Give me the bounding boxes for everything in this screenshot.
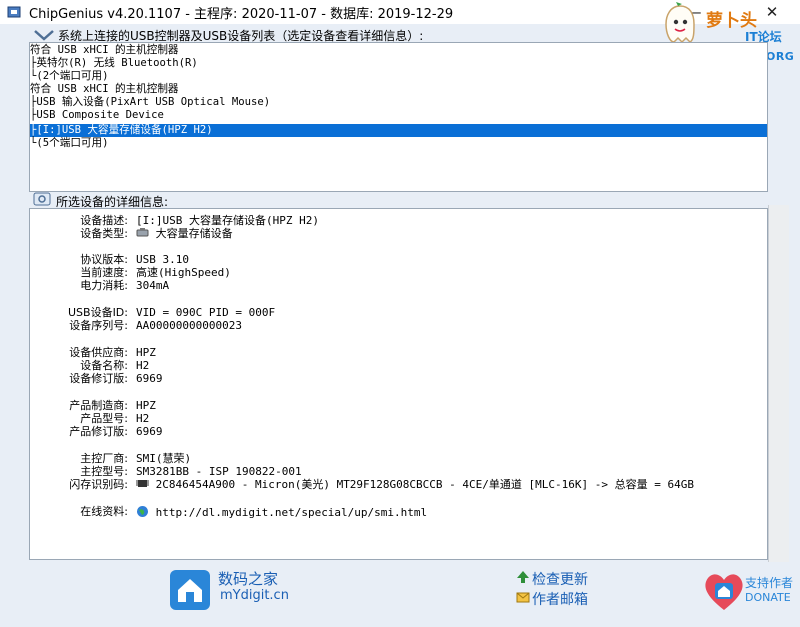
details-panel: 设备描述: [I:]USB 大容量存储设备(HPZ H2) 设备类型: 大容量存…	[29, 208, 768, 560]
details-icon	[33, 192, 51, 206]
tree-item[interactable]: └(2个端口可用)	[30, 70, 108, 83]
donate-link[interactable]: DONATE	[745, 591, 791, 604]
device-tree[interactable]: 符合 USB xHCI 的主机控制器 ├英特尔(R) 无线 Bluetooth(…	[29, 42, 768, 192]
tree-item[interactable]: └(5个端口可用)	[30, 137, 108, 150]
ghost-mascot-icon	[665, 2, 695, 44]
mydigit-cn-link[interactable]: 数码之家	[218, 568, 278, 589]
update-arrow-icon	[517, 571, 529, 583]
email-icon	[516, 592, 530, 603]
footer-bar: 数码之家 mYdigit.cn 检查更新 作者邮箱 支持作者 DONATE	[0, 562, 800, 627]
chevron-down-icon	[34, 30, 54, 41]
tree-item[interactable]: ├USB 输入设备(PixArt USB Optical Mouse)	[30, 96, 270, 109]
chip-app-icon	[7, 6, 21, 18]
tree-item-selected[interactable]: ├[I:]USB 大容量存储设备(HPZ H2)	[30, 124, 767, 137]
donate-heart-icon[interactable]	[700, 566, 748, 614]
usb-drive-icon	[136, 228, 149, 237]
tree-item[interactable]: 符合 USB xHCI 的主机控制器	[30, 44, 179, 57]
tree-item[interactable]: ├USB Composite Device	[30, 109, 164, 122]
app-window: ChipGenius v4.20.1107 - 主程序: 2020-11-07 …	[0, 0, 800, 627]
tree-item[interactable]: ├英特尔(R) 无线 Bluetooth(R)	[30, 57, 198, 70]
online-info-link[interactable]: http://dl.mydigit.net/special/up/smi.htm…	[156, 506, 428, 519]
globe-icon	[137, 506, 148, 517]
author-email-link[interactable]: 作者邮箱	[532, 589, 588, 609]
check-update-link[interactable]: 检查更新	[532, 569, 588, 589]
tree-item[interactable]: 符合 USB xHCI 的主机控制器	[30, 83, 179, 96]
support-author-link[interactable]: 支持作者	[745, 574, 793, 591]
vertical-scrollbar[interactable]	[768, 205, 789, 562]
flash-chip-icon	[136, 480, 149, 487]
window-title: ChipGenius v4.20.1107 - 主程序: 2020-11-07 …	[29, 7, 454, 22]
mydigit-house-icon[interactable]	[168, 568, 212, 612]
mydigit-url-link[interactable]: mYdigit.cn	[220, 588, 289, 603]
